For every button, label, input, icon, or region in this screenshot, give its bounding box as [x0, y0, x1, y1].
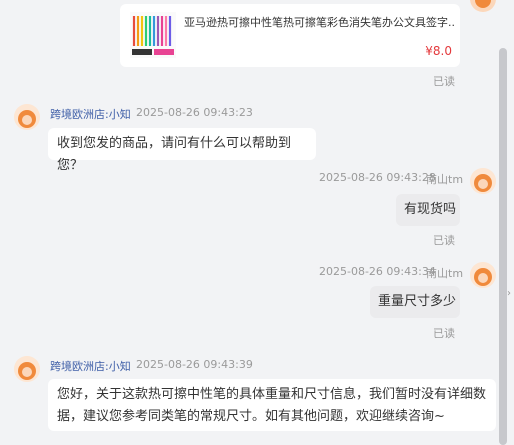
product-card[interactable]: 亚马逊热可擦中性笔热可擦笔彩色消失笔办公文具签字... ¥8.0	[120, 4, 460, 67]
product-title[interactable]: 亚马逊热可擦中性笔热可擦笔彩色消失笔办公文具签字...	[184, 14, 454, 30]
message-bubble: 收到您发的商品，请问有什么可以帮助到您？	[48, 128, 316, 173]
shop-avatar	[14, 104, 40, 130]
sender-name: 跨境欧洲店:小知	[50, 360, 131, 373]
read-status: 已读	[433, 327, 455, 340]
user-avatar-top	[470, 0, 496, 12]
user-avatar	[470, 262, 496, 288]
message-bubble: 有现货吗	[396, 194, 460, 226]
read-status: 已读	[433, 75, 455, 88]
message-text: 收到您发的商品，请问有什么可以帮助到您？	[57, 136, 292, 173]
lion-icon	[470, 168, 496, 194]
message-time: 2025-08-26 09:43:28	[319, 171, 436, 184]
scrollbar-thumb[interactable]	[499, 48, 507, 445]
message-bubble: 您好，关于这款热可擦中性笔的具体重量和尺寸信息，我们暂时没有详细数据，建议您参考…	[48, 379, 496, 431]
lion-icon	[14, 104, 40, 130]
sender-name: 南山tm	[426, 267, 464, 280]
shop-avatar	[14, 356, 40, 382]
chevron-right-icon[interactable]: ›	[507, 288, 511, 299]
message-time: 2025-08-26 09:43:34	[319, 265, 436, 278]
message-time: 2025-08-26 09:43:39	[136, 358, 253, 371]
message-text: 重量尺寸多少	[378, 294, 457, 309]
sender-name: 南山tm	[426, 173, 464, 186]
message-time: 2025-08-26 09:43:23	[136, 106, 253, 119]
read-status: 已读	[433, 234, 455, 247]
product-price: ¥8.0	[425, 44, 452, 58]
message-bubble: 重量尺寸多少	[370, 286, 460, 318]
message-text: 有现货吗	[404, 202, 457, 217]
chat-panel: 亚马逊热可擦中性笔热可擦笔彩色消失笔办公文具签字... ¥8.0 已读 跨境欧洲…	[0, 0, 500, 445]
product-thumbnail	[130, 12, 176, 58]
user-avatar	[470, 168, 496, 194]
lion-icon	[470, 262, 496, 288]
message-text: 您好，关于这款热可擦中性笔的具体重量和尺寸信息，我们暂时没有详细数据，建议您参考…	[57, 387, 487, 424]
sender-name: 跨境欧洲店:小知	[50, 108, 131, 121]
lion-icon	[14, 356, 40, 382]
